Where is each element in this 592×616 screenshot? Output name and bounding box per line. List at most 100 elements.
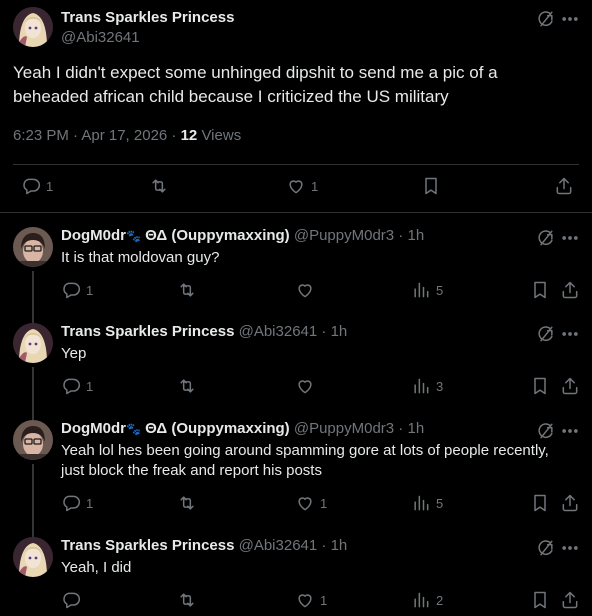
repost-icon: [177, 493, 197, 513]
like-button[interactable]: 1: [286, 176, 318, 196]
reply-button[interactable]: 1: [21, 176, 53, 196]
reply-time[interactable]: · 1h: [394, 420, 424, 437]
like-icon: [295, 280, 315, 300]
reply-actions: 1 5: [0, 280, 592, 300]
author-name[interactable]: Trans Sparkles Princess: [61, 537, 234, 554]
reply-button[interactable]: [61, 590, 86, 610]
reply-time[interactable]: · 1h: [394, 227, 424, 244]
views-button[interactable]: 5: [411, 280, 443, 300]
views-count: 5: [436, 282, 444, 298]
bookmark-icon: [530, 493, 550, 513]
repost-icon: [177, 590, 197, 610]
share-button[interactable]: [560, 493, 580, 513]
bookmark-icon: [421, 176, 441, 196]
reply-button[interactable]: 1: [61, 493, 93, 513]
reply-tweet[interactable]: DogM0dr🐾 ΘΔ (Ouppymaxxing) @PuppyM0dr3 ·…: [0, 420, 592, 537]
repost-button[interactable]: [177, 590, 202, 610]
share-button[interactable]: [554, 176, 574, 196]
timestamp[interactable]: 6:23 PM · Apr 17, 2026 ·: [13, 127, 181, 144]
author-handle[interactable]: @Abi32641: [239, 323, 318, 340]
bookmark-button[interactable]: [530, 376, 550, 396]
author-handle[interactable]: @Abi32641: [239, 537, 318, 554]
reply-actions: 1 2: [0, 590, 592, 610]
avatar[interactable]: [13, 227, 53, 267]
author-name[interactable]: DogM0dr: [61, 420, 126, 437]
grok-icon[interactable]: [536, 538, 556, 558]
more-icon[interactable]: [560, 228, 580, 248]
more-icon[interactable]: [560, 421, 580, 441]
reply-header: Trans Sparkles Princess @Abi32641 · 1h: [61, 323, 347, 340]
views-button[interactable]: 2: [411, 590, 443, 610]
share-icon: [560, 493, 580, 513]
reply-icon: [21, 176, 41, 196]
author-suffix[interactable]: ΘΔ (Ouppymaxxing): [141, 227, 290, 244]
tweet-meta: 6:23 PM · Apr 17, 2026 · 12 Views: [13, 127, 241, 144]
bookmark-button[interactable]: [530, 590, 550, 610]
like-icon: [295, 376, 315, 396]
reply-tweet[interactable]: Trans Sparkles Princess @Abi32641 · 1h Y…: [0, 323, 592, 420]
grok-icon[interactable]: [536, 421, 556, 441]
author-handle[interactable]: @PuppyM0dr3: [294, 227, 394, 244]
repost-button[interactable]: [149, 176, 174, 196]
author-suffix[interactable]: ΘΔ (Ouppymaxxing): [141, 420, 290, 437]
like-icon: [295, 590, 315, 610]
repost-icon: [177, 376, 197, 396]
like-button[interactable]: [295, 280, 320, 300]
grok-icon[interactable]: [536, 324, 556, 344]
avatar[interactable]: [13, 420, 53, 460]
reply-actions: 1 1 5: [0, 493, 592, 513]
like-count: 1: [311, 178, 319, 194]
reply-tweet[interactable]: DogM0dr🐾 ΘΔ (Ouppymaxxing) @PuppyM0dr3 ·…: [0, 227, 592, 324]
author-name[interactable]: DogM0dr: [61, 227, 126, 244]
reply-icon: [61, 590, 81, 610]
author-name[interactable]: Trans Sparkles Princess: [61, 9, 234, 26]
more-icon[interactable]: [560, 324, 580, 344]
bookmark-button[interactable]: [421, 176, 441, 196]
share-icon: [560, 280, 580, 300]
avatar[interactable]: [13, 7, 53, 47]
share-icon: [554, 176, 574, 196]
more-icon[interactable]: [560, 9, 580, 29]
reply-count: 1: [86, 378, 94, 394]
reply-button[interactable]: 1: [61, 280, 93, 300]
like-count: 1: [320, 495, 328, 511]
main-tweet: Trans Sparkles Princess @Abi32641 Yeah I…: [0, 0, 592, 213]
bookmark-icon: [530, 280, 550, 300]
views-button[interactable]: 5: [411, 493, 443, 513]
like-button[interactable]: 1: [295, 493, 327, 513]
views-button[interactable]: 3: [411, 376, 443, 396]
share-button[interactable]: [560, 590, 580, 610]
reply-time[interactable]: · 1h: [317, 323, 347, 340]
reply-text: It is that moldovan guy?: [61, 249, 220, 266]
share-icon: [560, 376, 580, 396]
repost-button[interactable]: [177, 376, 202, 396]
views-label: Views: [197, 127, 242, 144]
reply-button[interactable]: 1: [61, 376, 93, 396]
avatar[interactable]: [13, 537, 53, 577]
reply-time[interactable]: · 1h: [317, 537, 347, 554]
reply-icon: [61, 493, 81, 513]
like-icon: [295, 493, 315, 513]
more-icon[interactable]: [560, 538, 580, 558]
avatar[interactable]: [13, 323, 53, 363]
author-name[interactable]: Trans Sparkles Princess: [61, 323, 234, 340]
reply-actions: 1 3: [0, 376, 592, 396]
bookmark-button[interactable]: [530, 280, 550, 300]
grok-icon[interactable]: [536, 228, 556, 248]
views-icon: [411, 493, 431, 513]
share-button[interactable]: [560, 280, 580, 300]
share-button[interactable]: [560, 376, 580, 396]
views-icon: [411, 590, 431, 610]
repost-button[interactable]: [177, 493, 202, 513]
author-handle[interactable]: @Abi32641: [61, 29, 140, 46]
reply-tweet[interactable]: Trans Sparkles Princess @Abi32641 · 1h Y…: [0, 537, 592, 616]
share-icon: [560, 590, 580, 610]
grok-icon[interactable]: [536, 9, 556, 29]
views-icon: [411, 280, 431, 300]
repost-button[interactable]: [177, 280, 202, 300]
like-button[interactable]: [295, 376, 320, 396]
like-button[interactable]: 1: [295, 590, 327, 610]
bookmark-button[interactable]: [530, 493, 550, 513]
author-handle[interactable]: @PuppyM0dr3: [294, 420, 394, 437]
views-count: 2: [436, 592, 444, 608]
